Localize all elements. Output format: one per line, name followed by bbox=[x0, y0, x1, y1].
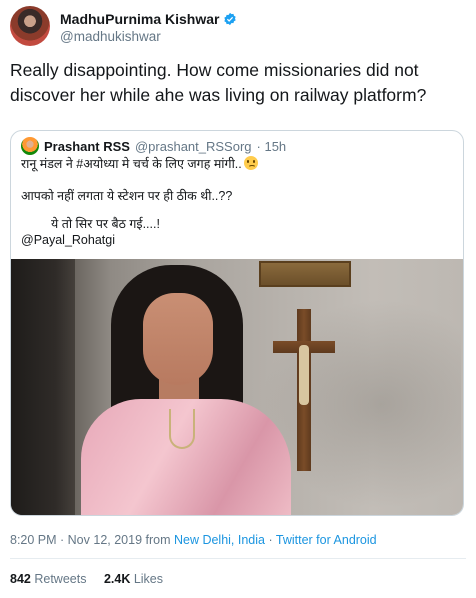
author-name-row: MadhuPurnima Kishwar bbox=[60, 10, 237, 28]
quoted-tweet-header: Prashant RSS @prashant_RSSorg · 15h bbox=[21, 137, 286, 155]
meta-separator: · bbox=[264, 533, 276, 547]
quoted-tweet[interactable]: Prashant RSS @prashant_RSSorg · 15h रानू… bbox=[10, 130, 464, 516]
stats-divider bbox=[10, 558, 466, 559]
tweet-location-link[interactable]: New Delhi, India bbox=[174, 533, 265, 547]
quoted-mention[interactable]: @Payal_Rohatgi bbox=[21, 233, 115, 247]
verified-badge-icon bbox=[224, 12, 237, 26]
photo-door bbox=[11, 259, 75, 515]
likes-stat[interactable]: 2.4K Likes bbox=[104, 572, 163, 586]
tweet-text: Really disappointing. How come missionar… bbox=[10, 60, 427, 105]
photo-crucifix-figure bbox=[299, 345, 309, 405]
quoted-tweet-time: · 15h bbox=[256, 138, 287, 154]
tweet-timestamp[interactable]: 8:20 PM · Nov 12, 2019 from bbox=[10, 533, 174, 547]
retweets-count: 842 bbox=[10, 572, 31, 586]
likes-label: Likes bbox=[133, 572, 164, 586]
author-handle[interactable]: @madhukishwar bbox=[60, 29, 161, 44]
quoted-tweet-photo[interactable] bbox=[11, 259, 463, 515]
photo-wall-frame bbox=[259, 261, 351, 287]
tweet-stats: 842 Retweets 2.4K Likes bbox=[10, 572, 163, 586]
likes-count: 2.4K bbox=[103, 572, 131, 586]
retweets-label: Retweets bbox=[34, 572, 87, 586]
quoted-text-line-2: आपको नहीं लगता ये स्टेशन पर ही ठीक थी..?… bbox=[21, 189, 233, 203]
tweet-header: MadhuPurnima Kishwar @madhukishwar bbox=[10, 6, 466, 50]
worried-face-emoji-icon bbox=[243, 156, 258, 170]
author-avatar[interactable] bbox=[10, 6, 50, 46]
photo-wall bbox=[261, 299, 461, 509]
photo-person-necklace bbox=[169, 409, 195, 449]
retweets-stat[interactable]: 842 Retweets bbox=[10, 572, 86, 586]
tweet-source-link[interactable]: Twitter for Android bbox=[276, 533, 377, 547]
photo-person-face bbox=[143, 293, 213, 385]
quoted-text-line-1: रानू मंडल ने #अयोध्या मे चर्च के लिए जगह… bbox=[21, 157, 242, 171]
quoted-author-name: Prashant RSS bbox=[44, 138, 130, 154]
quoted-author-avatar bbox=[21, 137, 39, 155]
author-name[interactable]: MadhuPurnima Kishwar bbox=[60, 11, 219, 27]
quoted-text-line-3: ये तो सिर पर बैठ गई....! bbox=[51, 217, 160, 231]
quoted-text-line-1-row: रानू मंडल ने #अयोध्या मे चर्च के लिए जगह… bbox=[21, 155, 258, 172]
tweet-meta: 8:20 PM · Nov 12, 2019 from New Delhi, I… bbox=[10, 533, 377, 547]
quoted-author-handle: @prashant_RSSorg bbox=[134, 138, 252, 154]
